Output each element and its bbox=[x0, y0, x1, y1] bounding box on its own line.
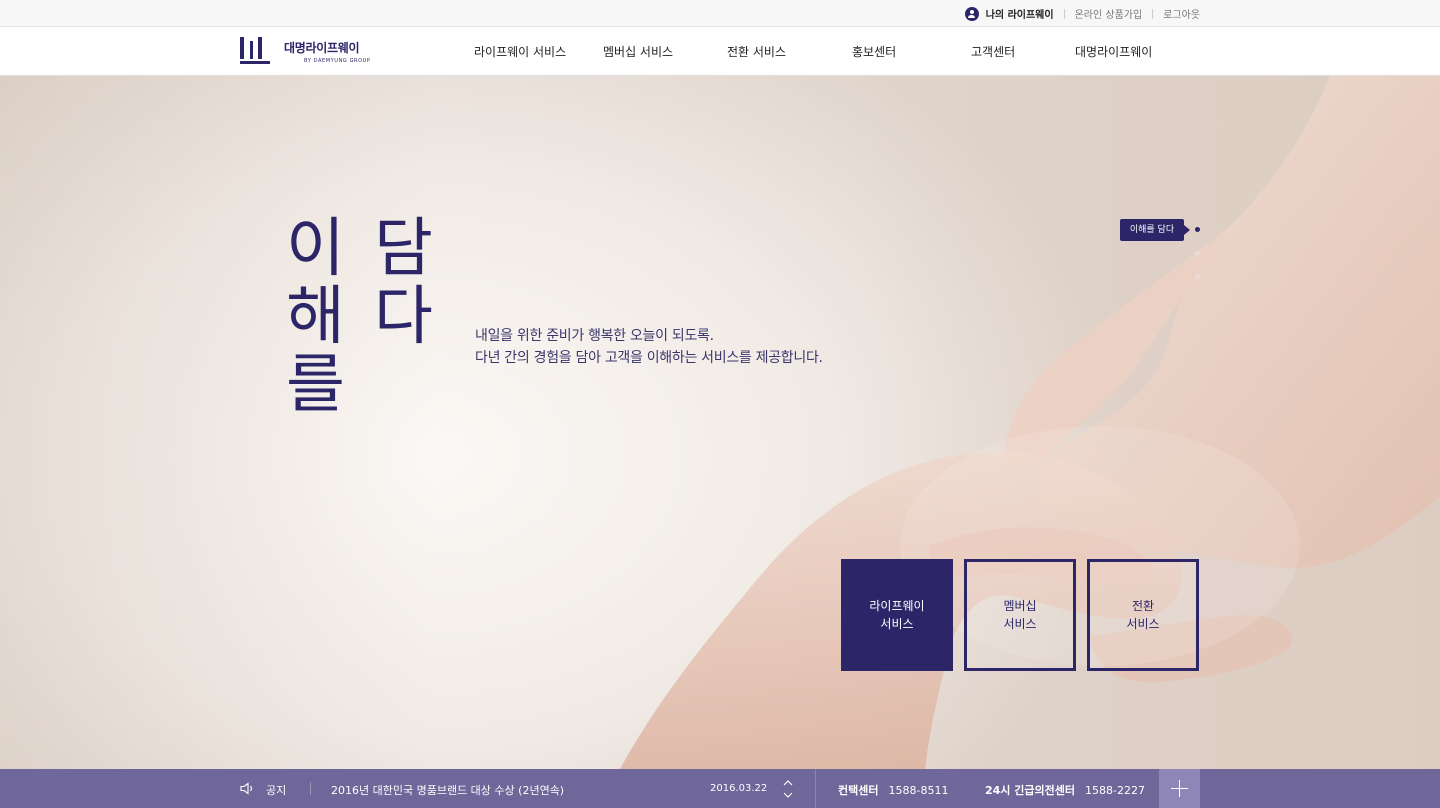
logout-link[interactable]: 로그아웃 bbox=[1163, 6, 1200, 21]
speaker-icon bbox=[240, 782, 253, 795]
slide-dot-3[interactable] bbox=[1195, 274, 1200, 279]
nav-pr-center[interactable]: 홍보센터 bbox=[852, 43, 896, 60]
notice-nav-arrows[interactable] bbox=[782, 778, 794, 800]
hero-title-col1-char2: 해 bbox=[286, 280, 345, 354]
chevron-down-icon bbox=[783, 792, 793, 798]
divider bbox=[815, 769, 816, 808]
emergency-center-label: 24시 긴급의전센터 bbox=[985, 784, 1075, 797]
bottom-bar: 공지 2016년 대한민국 명품브랜드 대상 수상 (2년연속) 2016.03… bbox=[0, 769, 1440, 808]
hero-visual: 이 해 를 담 다 내일을 위한 준비가 행복한 오늘이 되도록. 다년 간의 … bbox=[0, 76, 1440, 769]
contact-center-number: 1588-8511 bbox=[888, 784, 949, 797]
logo[interactable]: 대명라이프웨이 BY DAEMYUNG GROUP bbox=[240, 35, 371, 67]
logo-tagline: BY DAEMYUNG GROUP bbox=[304, 58, 371, 64]
nav-membership-service[interactable]: 멤버십 서비스 bbox=[603, 43, 673, 60]
slide-dot-1[interactable] bbox=[1195, 227, 1200, 232]
notice-date: 2016.03.22 bbox=[710, 783, 768, 794]
chevron-up-icon bbox=[783, 780, 793, 786]
hero-copy: 내일을 위한 준비가 행복한 오늘이 되도록. 다년 간의 경험을 담아 고객을… bbox=[475, 325, 823, 369]
hero-title-col1-char3: 를 bbox=[286, 348, 345, 422]
nav-conversion-service[interactable]: 전환 서비스 bbox=[727, 43, 786, 60]
logo-mark-icon bbox=[240, 35, 272, 67]
divider bbox=[310, 782, 311, 795]
nav-daemyung-lifeway[interactable]: 대명라이프웨이 bbox=[1075, 43, 1152, 60]
notice-link[interactable]: 2016년 대한민국 명품브랜드 대상 수상 (2년연속) bbox=[331, 782, 564, 798]
lifeway-service-button[interactable]: 라이프웨이 서비스 bbox=[841, 559, 953, 671]
divider bbox=[1063, 8, 1065, 19]
utility-links: 나의 라이프웨이 온라인 상품가입 로그아웃 bbox=[964, 0, 1200, 27]
user-icon bbox=[964, 6, 979, 21]
my-lifeway-label: 나의 라이프웨이 bbox=[985, 10, 1054, 21]
hero-title-col1-char1: 이 bbox=[286, 212, 345, 286]
online-join-link[interactable]: 온라인 상품가입 bbox=[1075, 6, 1143, 21]
utility-bar: 나의 라이프웨이 온라인 상품가입 로그아웃 bbox=[0, 0, 1440, 27]
hero-copy-line1: 내일을 위한 준비가 행복한 오늘이 되도록. bbox=[475, 328, 714, 344]
slide-dot-2[interactable] bbox=[1195, 251, 1200, 256]
hero-title-col2-char2: 다 bbox=[374, 280, 433, 354]
notice-label: 공지 bbox=[266, 784, 287, 797]
contact-center: 컨택센터 1588-8511 bbox=[838, 782, 948, 798]
hands-image bbox=[620, 76, 1440, 769]
hero-copy-line2: 다년 간의 경험을 담아 고객을 이해하는 서비스를 제공합니다. bbox=[475, 350, 823, 366]
contact-center-label: 컨택센터 bbox=[838, 784, 879, 797]
nav-lifeway-service[interactable]: 라이프웨이 서비스 bbox=[474, 43, 566, 60]
plus-icon[interactable] bbox=[1159, 769, 1200, 808]
conversion-service-button[interactable]: 전환 서비스 bbox=[1087, 559, 1199, 671]
logo-name: 대명라이프웨이 bbox=[284, 41, 360, 55]
slide-indicator-label: 이해를 담다 bbox=[1120, 219, 1190, 241]
nav-customer-center[interactable]: 고객센터 bbox=[971, 43, 1015, 60]
my-lifeway-link[interactable]: 나의 라이프웨이 bbox=[964, 6, 1054, 21]
emergency-center: 24시 긴급의전센터 1588-2227 bbox=[985, 782, 1145, 798]
hero-title-col2-char1: 담 bbox=[374, 212, 433, 286]
divider bbox=[1152, 8, 1154, 19]
membership-service-button[interactable]: 멤버십 서비스 bbox=[964, 559, 1076, 671]
header: 대명라이프웨이 BY DAEMYUNG GROUP 라이프웨이 서비스 멤버십 … bbox=[0, 27, 1440, 76]
emergency-center-number: 1588-2227 bbox=[1084, 784, 1145, 797]
logo-text: 대명라이프웨이 BY DAEMYUNG GROUP bbox=[284, 39, 371, 64]
